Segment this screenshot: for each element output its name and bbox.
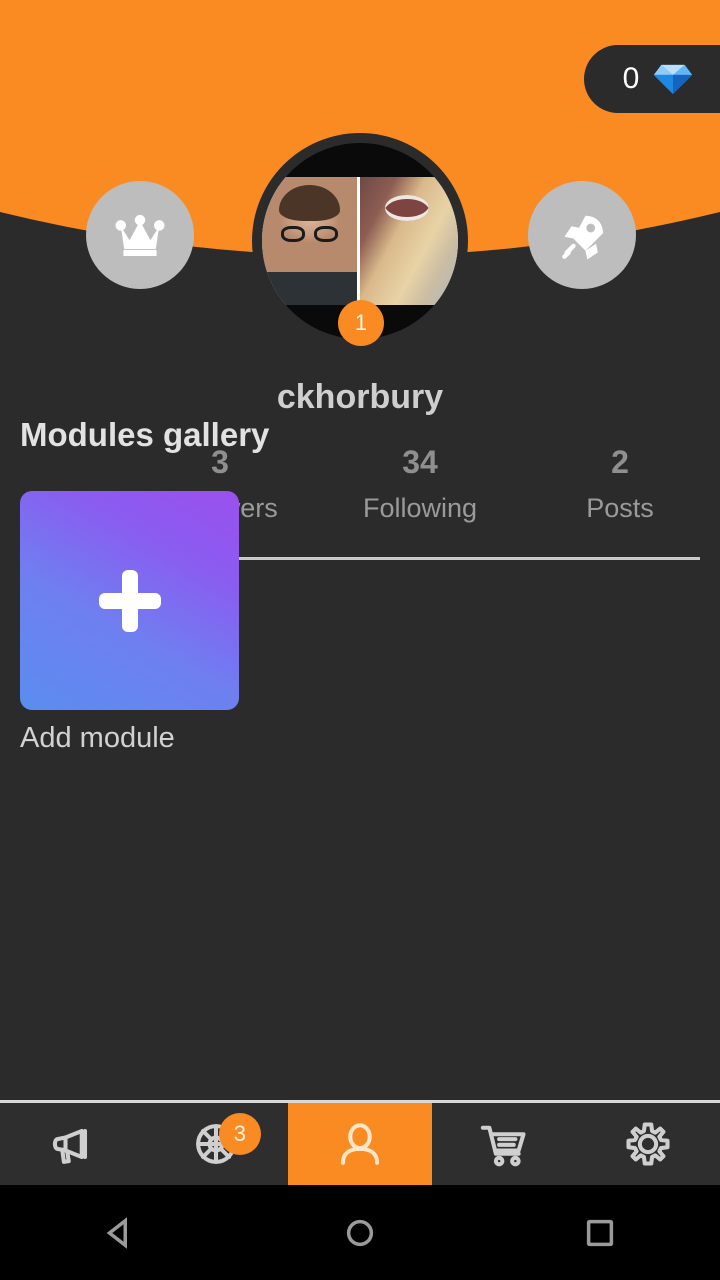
gem-counter[interactable]: 0 — [584, 45, 720, 113]
stats-divider — [238, 557, 700, 560]
bottom-tab-bar: 3 — [0, 1100, 720, 1185]
avatar-photo-left — [262, 177, 360, 305]
nav-home-button[interactable] — [240, 1185, 480, 1280]
page-title: ckhorbury — [276, 378, 444, 416]
avatar-photo-right — [360, 177, 458, 305]
app-screen: 0 1 ckhorbury 3 34 Following 2 Posts Mod… — [0, 0, 720, 1280]
nav-recents-button[interactable] — [480, 1185, 720, 1280]
rocket-button[interactable] — [528, 181, 636, 289]
tab-wheel-badge: 3 — [218, 1113, 261, 1155]
tab-shop[interactable] — [432, 1103, 576, 1185]
profile-photo-collage — [262, 177, 458, 305]
tab-profile[interactable] — [288, 1103, 432, 1185]
back-triangle-icon — [106, 1216, 127, 1249]
nav-back-button[interactable] — [0, 1185, 240, 1280]
diamond-icon — [654, 64, 693, 94]
add-module-tile[interactable] — [20, 491, 239, 710]
modules-gallery-title: Modules gallery — [20, 416, 270, 453]
stat-posts-value: 2 — [611, 444, 629, 480]
avatar[interactable]: 1 — [252, 133, 468, 349]
cart-icon — [480, 1125, 526, 1167]
tab-wheel[interactable]: 3 — [144, 1103, 288, 1185]
crown-icon — [115, 214, 165, 256]
system-navigation-bar — [0, 1185, 720, 1280]
person-icon — [340, 1123, 380, 1165]
tab-promote[interactable] — [0, 1103, 144, 1185]
stat-posts-label: Posts — [586, 493, 654, 523]
rocket-icon — [562, 215, 603, 260]
add-module-label: Add module — [20, 722, 175, 754]
stat-posts[interactable]: 2 Posts — [520, 446, 720, 546]
plus-icon — [98, 569, 161, 632]
stat-following[interactable]: 34 Following — [320, 446, 520, 546]
megaphone-icon — [52, 1128, 88, 1164]
gem-count-label: 0 — [622, 62, 640, 95]
avatar-badge: 1 — [338, 300, 384, 346]
crown-button[interactable] — [86, 181, 194, 289]
stat-following-value: 34 — [402, 444, 438, 480]
gear-icon — [626, 1122, 670, 1166]
stat-following-label: Following — [362, 493, 478, 523]
home-circle-icon — [346, 1219, 374, 1246]
tab-settings[interactable] — [576, 1103, 720, 1185]
recents-square-icon — [586, 1219, 614, 1246]
